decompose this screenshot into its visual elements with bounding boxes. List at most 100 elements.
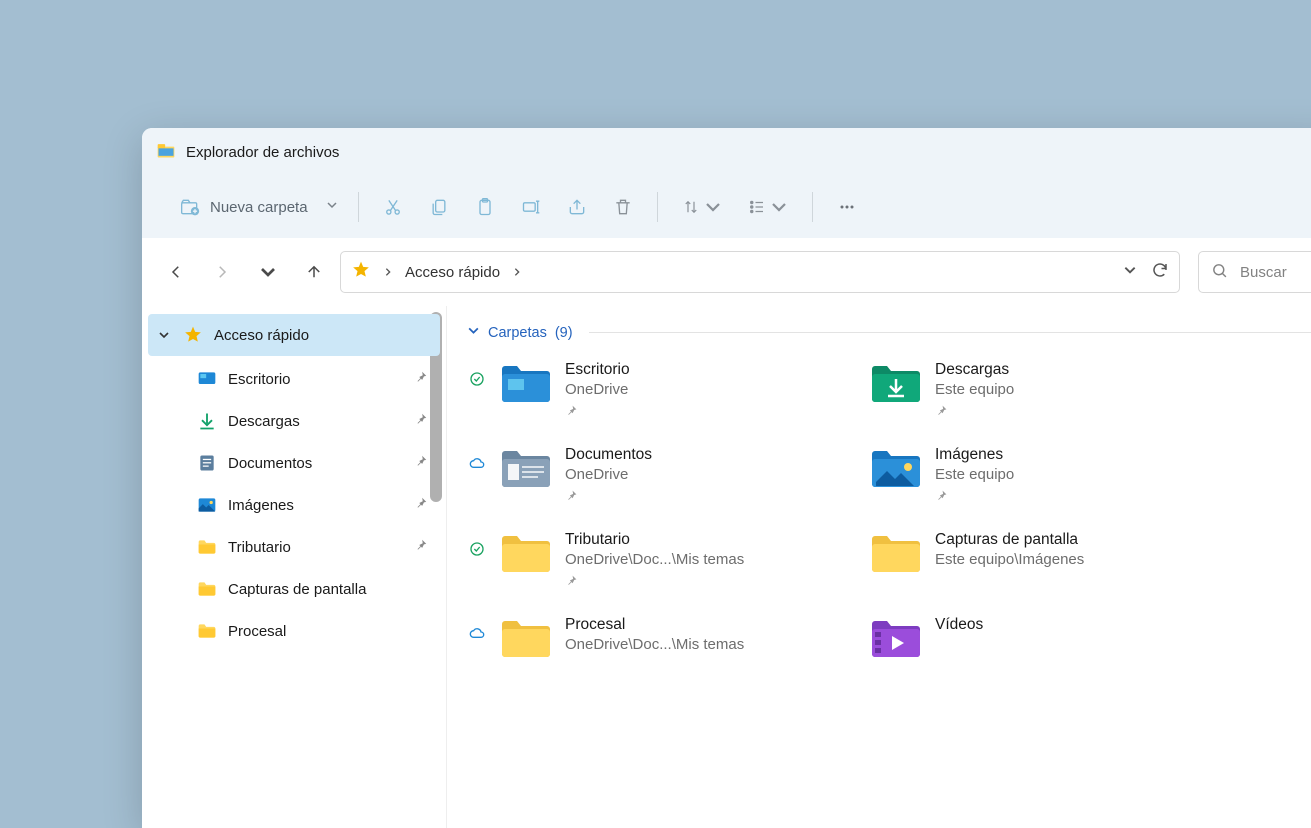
sidebar-item-documents[interactable]: Documentos <box>142 442 446 484</box>
sidebar-item-procesal[interactable]: Procesal <box>142 610 446 652</box>
sidebar-item-label: Capturas de pantalla <box>228 581 366 598</box>
pin-icon <box>935 489 1014 507</box>
search-icon <box>1211 262 1228 283</box>
sidebar-item-label: Imágenes <box>228 497 294 514</box>
folder-icon <box>869 529 923 577</box>
paste-button[interactable] <box>463 187 507 227</box>
folder-item[interactable]: Documentos OneDrive <box>467 444 807 507</box>
pin-icon <box>565 489 652 507</box>
folder-location: OneDrive <box>565 466 652 483</box>
view-button[interactable] <box>736 187 800 227</box>
folder-icon <box>196 620 218 642</box>
folder-icon <box>499 529 553 577</box>
pin-icon <box>565 574 744 592</box>
video-folder-icon <box>869 614 923 662</box>
sidebar: Acceso rápido Escritorio Descargas <box>142 306 447 828</box>
copy-button[interactable] <box>417 187 461 227</box>
separator <box>812 192 813 222</box>
pin-icon <box>565 404 630 422</box>
search-box[interactable]: Buscar <box>1198 251 1311 293</box>
images-folder-icon <box>869 444 923 492</box>
folder-item[interactable]: Tributario OneDrive\Doc...\Mis temas <box>467 529 807 592</box>
folder-item[interactable]: Descargas Este equipo <box>837 359 1177 422</box>
folder-icon <box>499 614 553 662</box>
pin-icon <box>414 496 428 514</box>
documents-folder-icon <box>499 444 553 492</box>
sidebar-item-quick-access[interactable]: Acceso rápido <box>148 314 440 356</box>
pin-icon <box>935 404 1014 422</box>
pin-icon <box>414 370 428 388</box>
folder-name: Imágenes <box>935 446 1014 464</box>
sidebar-item-label: Procesal <box>228 623 286 640</box>
up-button[interactable] <box>294 252 334 292</box>
separator <box>657 192 658 222</box>
address-dropdown-icon[interactable] <box>1123 263 1137 281</box>
folder-item[interactable]: Escritorio OneDrive <box>467 359 807 422</box>
sidebar-item-label: Documentos <box>228 455 312 472</box>
folder-name: Vídeos <box>935 616 983 634</box>
share-button[interactable] <box>555 187 599 227</box>
section-count: (9) <box>555 325 573 341</box>
rename-button[interactable] <box>509 187 553 227</box>
forward-button[interactable] <box>202 252 242 292</box>
star-icon <box>182 324 204 346</box>
image-icon <box>196 494 218 516</box>
cloud-icon <box>467 456 487 472</box>
section-title: Carpetas <box>488 325 547 341</box>
desktop-folder-icon <box>499 359 553 407</box>
sidebar-item-screenshots[interactable]: Capturas de pantalla <box>142 568 446 610</box>
folder-location: Este equipo <box>935 466 1014 483</box>
folder-location: OneDrive <box>565 381 630 398</box>
sidebar-item-label: Tributario <box>228 539 291 556</box>
folder-item[interactable]: Capturas de pantalla Este equipo\Imágene… <box>837 529 1177 592</box>
pin-icon <box>414 538 428 556</box>
address-row: Acceso rápido Buscar <box>142 238 1311 306</box>
section-divider <box>589 332 1311 333</box>
pin-icon <box>414 412 428 430</box>
more-button[interactable] <box>825 187 869 227</box>
sidebar-item-downloads[interactable]: Descargas <box>142 400 446 442</box>
main-content: Carpetas (9) Escritorio OneDrive <box>447 306 1311 828</box>
folder-icon <box>196 578 218 600</box>
section-header[interactable]: Carpetas (9) <box>467 324 1311 341</box>
star-icon <box>351 260 371 284</box>
sidebar-item-label: Acceso rápido <box>214 327 309 344</box>
folder-item[interactable]: Vídeos <box>837 614 1177 662</box>
address-bar[interactable]: Acceso rápido <box>340 251 1180 293</box>
folder-location: OneDrive\Doc...\Mis temas <box>565 551 744 568</box>
recent-dropdown[interactable] <box>248 252 288 292</box>
breadcrumb-sep-icon <box>512 264 522 281</box>
folder-name: Procesal <box>565 616 744 634</box>
folder-location: OneDrive\Doc...\Mis temas <box>565 636 744 653</box>
sidebar-item-desktop[interactable]: Escritorio <box>142 358 446 400</box>
chevron-down-icon[interactable] <box>156 329 172 341</box>
sidebar-item-tributario[interactable]: Tributario <box>142 526 446 568</box>
cut-button[interactable] <box>371 187 415 227</box>
folder-name: Capturas de pantalla <box>935 531 1084 549</box>
breadcrumb-location[interactable]: Acceso rápido <box>405 264 500 281</box>
folder-grid: Escritorio OneDrive Descargas <box>467 359 1311 662</box>
downloads-folder-icon <box>869 359 923 407</box>
back-button[interactable] <box>156 252 196 292</box>
folder-name: Tributario <box>565 531 744 549</box>
document-icon <box>196 452 218 474</box>
desktop-icon <box>196 368 218 390</box>
delete-button[interactable] <box>601 187 645 227</box>
folder-item[interactable]: Imágenes Este equipo <box>837 444 1177 507</box>
folder-icon <box>196 536 218 558</box>
refresh-button[interactable] <box>1151 261 1169 283</box>
new-dropdown-icon[interactable] <box>318 198 346 216</box>
folder-name: Escritorio <box>565 361 630 379</box>
sort-button[interactable] <box>670 187 734 227</box>
sidebar-item-label: Descargas <box>228 413 300 430</box>
pin-icon <box>414 454 428 472</box>
new-folder-button[interactable]: Nueva carpeta <box>174 187 316 227</box>
sidebar-item-images[interactable]: Imágenes <box>142 484 446 526</box>
sidebar-item-label: Escritorio <box>228 371 291 388</box>
body: Acceso rápido Escritorio Descargas <box>142 306 1311 828</box>
folder-location: Este equipo <box>935 381 1014 398</box>
search-placeholder: Buscar <box>1240 264 1287 281</box>
app-icon <box>156 140 176 164</box>
file-explorer-window: Explorador de archivos Nueva carpeta <box>142 128 1311 828</box>
folder-item[interactable]: Procesal OneDrive\Doc...\Mis temas <box>467 614 807 662</box>
